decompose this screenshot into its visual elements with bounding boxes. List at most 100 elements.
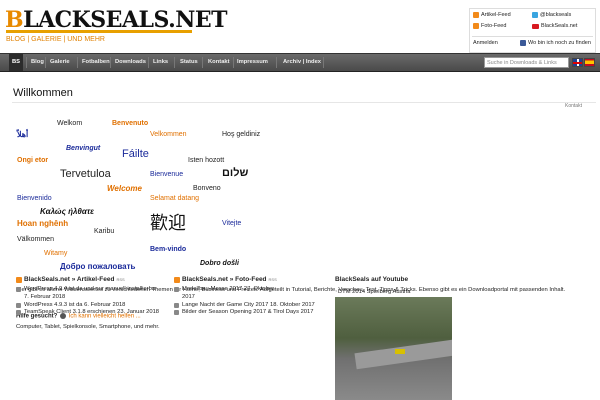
- welcome-word: 歡迎: [150, 213, 186, 233]
- welcome-word: Selamat datang: [150, 195, 200, 202]
- artikel-feed-widget: BlackSeals.net » Artikel-Feed RSS WordPre…: [16, 276, 166, 317]
- nav-item-fotbalben[interactable]: Fotbalben: [82, 54, 110, 71]
- welcome-word: Dobro došli: [200, 260, 239, 267]
- artikel-feed-header[interactable]: BlackSeals.net » Artikel-Feed RSS: [16, 276, 166, 283]
- twitter-label: @blackseals: [540, 12, 572, 18]
- nav-item-blog[interactable]: Blog: [31, 54, 44, 71]
- twitter-icon: [532, 12, 538, 18]
- welcome-word: שלום: [222, 167, 249, 179]
- nav-item-impressum[interactable]: Impressum: [237, 54, 268, 71]
- bullet-icon: [174, 287, 179, 292]
- feed-sub-label: RSS: [268, 277, 277, 282]
- search-input[interactable]: Suche in Downloads & Links: [484, 57, 569, 68]
- twitter-link[interactable]: @blackseals: [532, 12, 571, 18]
- list-item[interactable]: Lange Nacht der Game City 2017 18. Oktob…: [174, 302, 329, 310]
- site-tagline: BLOG | GALERIE | UND MEHR: [6, 36, 105, 43]
- nav-item-status[interactable]: Status: [180, 54, 198, 71]
- welcome-word: Ongi etor: [17, 157, 49, 164]
- nav-item-kontakt[interactable]: Kontakt: [208, 54, 230, 71]
- anmelden-link[interactable]: Anmelden: [473, 40, 498, 46]
- english-flag-icon[interactable]: [572, 58, 583, 67]
- welcome-word: Bonveno: [193, 185, 221, 192]
- social-divider: [472, 36, 593, 37]
- nav-separator: [276, 57, 277, 68]
- facebook-label: Wo bin ich noch zu finden: [528, 40, 591, 46]
- list-item[interactable]: WordPress 4.9.4 ist da und nur manuell i…: [16, 286, 166, 294]
- kontakt-link[interactable]: Kontakt: [565, 103, 582, 109]
- rss-icon: [16, 276, 22, 283]
- anmelden-label: Anmelden: [473, 40, 498, 46]
- list-item[interactable]: TeamSpeak Client 3.1.8 erschienen 23. Ja…: [16, 309, 166, 317]
- welcome-word: Benvenuto: [112, 120, 149, 127]
- foto-feed-link[interactable]: Foto-Feed: [473, 23, 506, 29]
- nav-separator: [45, 57, 46, 68]
- video-title[interactable]: DTM 2014 Spielberg Austria: [338, 289, 411, 295]
- welcome-word: Hoş geldiniz: [222, 131, 261, 138]
- feed-item-label: Lange Nacht der Game City 2017 18. Oktob…: [182, 301, 315, 308]
- youtube-icon: [532, 23, 539, 29]
- youtube-widget: BlackSeals auf Youtube: [335, 276, 485, 283]
- facebook-link[interactable]: Wo bin ich noch zu finden: [520, 40, 591, 46]
- welcome-word: Witamy: [44, 250, 68, 257]
- welcome-word: Hoan nghênh: [17, 219, 69, 228]
- youtube-video-thumbnail[interactable]: [335, 297, 452, 400]
- nav-separator: [77, 57, 78, 68]
- welcome-word: Isten hozott: [188, 157, 225, 164]
- youtube-label: BlackSeals.net: [541, 23, 578, 29]
- feed-item-date: 2017: [182, 293, 195, 300]
- welcome-word: Bienvenue: [150, 171, 184, 178]
- bullet-spacer: [174, 294, 179, 302]
- welcome-word: Добро пожаловать: [60, 262, 136, 271]
- nav-separator: [148, 57, 149, 68]
- welcome-word: Welkom: [57, 120, 83, 127]
- title-divider: [12, 102, 596, 103]
- nav-separator: [233, 57, 234, 68]
- spanish-flag-icon[interactable]: [584, 58, 595, 67]
- welcome-word: Fáilte: [122, 148, 149, 160]
- site-header: BLACKSEALS.NET BLOG | GALERIE | UND MEHR…: [0, 0, 600, 53]
- feed-item-label: TeamSpeak Client 3.1.8 erschienen 23. Ja…: [24, 309, 160, 316]
- feed-sub-label: RSS: [116, 277, 125, 282]
- rss-icon: [473, 12, 479, 18]
- artikel-feed-title: BlackSeals.net » Artikel-Feed: [24, 276, 115, 283]
- bullet-icon: [16, 287, 21, 292]
- artikel-feed-list: WordPress 4.9.4 ist da und nur manuell i…: [16, 286, 166, 317]
- welcome-word: Vitejte: [222, 220, 242, 227]
- welcome-word: Καλώς ήλθατε: [40, 207, 94, 216]
- rss-icon: [174, 276, 180, 283]
- nav-item-bs[interactable]: BS: [9, 54, 24, 71]
- nav-item-links[interactable]: Links: [153, 54, 168, 71]
- welcome-word: أهلاً: [17, 130, 29, 139]
- foto-feed-label: Foto-Feed: [481, 23, 507, 29]
- video-car-graphic: [395, 349, 405, 354]
- list-item[interactable]: WordPress 4.9.3 ist da 6. Februar 2018: [16, 302, 166, 310]
- nav-item-galerie[interactable]: Galerie: [50, 54, 70, 71]
- foto-feed-header[interactable]: BlackSeals.net » Foto-Feed RSS: [174, 276, 329, 283]
- feed-item-label: Bilder der Season Opening 2017 & Tirol D…: [182, 309, 314, 316]
- foto-feed-list: Modellbau-Messe 2017 27. Oktober 2017 La…: [174, 286, 329, 317]
- welcome-word: Karibu: [94, 228, 115, 235]
- logo-underline: [6, 30, 192, 33]
- devices-text: Computer, Tablet, Spielkonsole, Smartpho…: [16, 324, 160, 330]
- artikel-feed-link[interactable]: Artikel-Feed: [473, 12, 511, 18]
- bullet-icon: [174, 302, 179, 308]
- feed-item-label: WordPress 4.9.3 ist da 6. Februar 2018: [24, 301, 126, 308]
- list-item: 7. Februar 2018: [16, 294, 166, 302]
- facebook-icon: [520, 40, 526, 46]
- list-item[interactable]: Bilder der Season Opening 2017 & Tirol D…: [174, 309, 329, 317]
- list-item[interactable]: Modellbau-Messe 2017 27. Oktober: [174, 286, 329, 294]
- nav-item-downloads[interactable]: Downloads: [115, 54, 146, 71]
- bullet-icon: [16, 302, 21, 308]
- welcome-word: Bem-vindo: [150, 246, 187, 253]
- bullet-icon: [16, 310, 21, 316]
- welcome-word: Tervetuloa: [60, 168, 111, 180]
- youtube-link[interactable]: BlackSeals.net: [532, 23, 577, 29]
- nav-separator: [26, 57, 27, 68]
- foto-feed-widget: BlackSeals.net » Foto-Feed RSS Modellbau-…: [174, 276, 329, 317]
- bullet-icon: [174, 310, 179, 316]
- welcome-word: Bienvenido: [17, 195, 52, 202]
- welcome-word: Velkommen: [150, 131, 187, 138]
- feed-item-label: WordPress 4.9.4 ist da und nur manuell i…: [24, 286, 157, 292]
- feed-item-label: Modellbau-Messe 2017 27. Oktober: [182, 286, 275, 292]
- nav-item-archiv-index[interactable]: Archiv | Index: [283, 54, 321, 71]
